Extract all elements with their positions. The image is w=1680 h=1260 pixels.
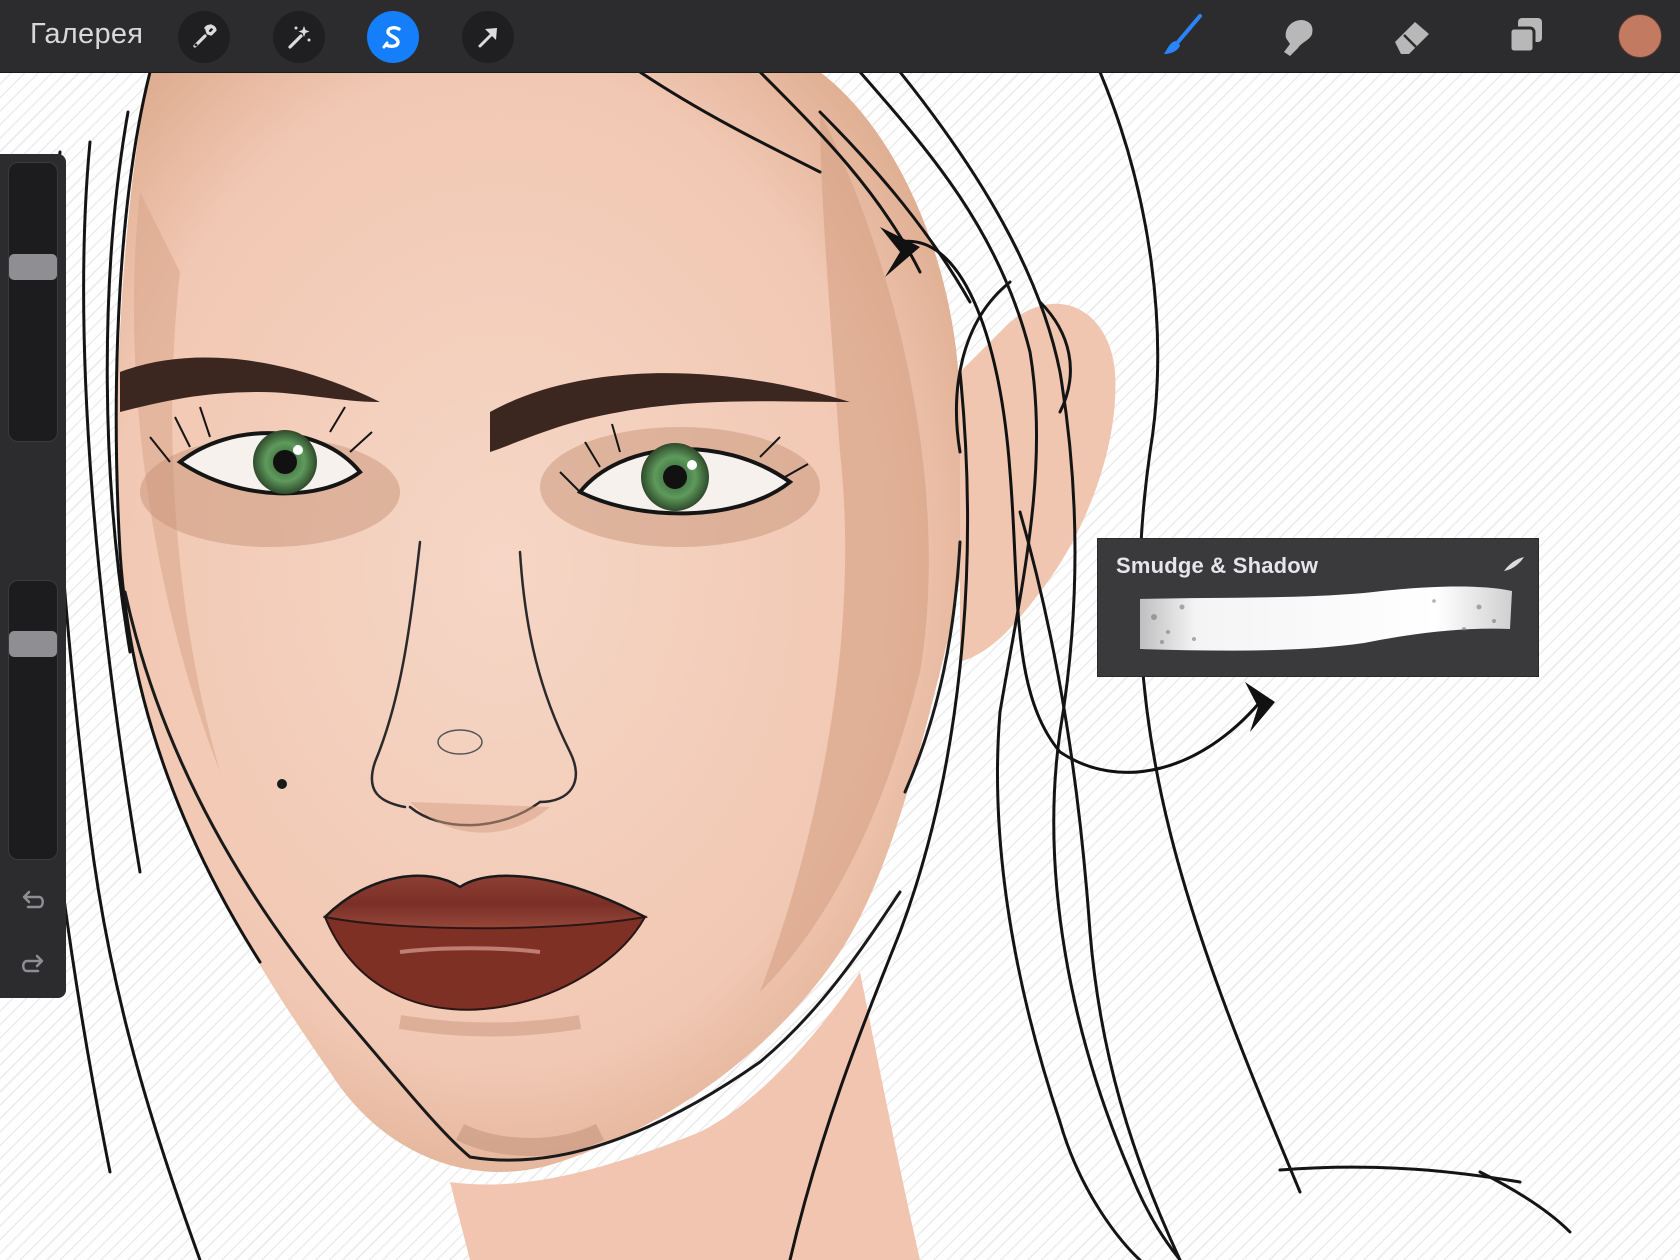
redo-button[interactable] [16, 948, 50, 982]
layers-icon [1508, 18, 1542, 54]
brush-stroke-preview [1140, 586, 1512, 651]
smudge-tool-button[interactable] [1270, 10, 1322, 62]
left-sidebar [0, 154, 66, 998]
opacity-thumb[interactable] [9, 631, 57, 657]
gallery-button[interactable]: Галерея [30, 18, 143, 51]
arrow-cursor-icon [478, 28, 497, 48]
redo-arrow-icon [22, 954, 44, 973]
selection-s-icon [382, 26, 401, 49]
actions-button[interactable] [178, 11, 230, 63]
layers-tool-button[interactable] [1500, 10, 1552, 62]
undo-arrow-icon [22, 890, 44, 909]
adjustments-button[interactable] [273, 11, 325, 63]
brush-tool-button[interactable] [1156, 10, 1208, 62]
brush-stroke-icon [1504, 557, 1524, 571]
magic-wand-icon [288, 26, 311, 49]
transform-button[interactable] [462, 11, 514, 63]
color-swatch[interactable] [1618, 14, 1662, 58]
brush-size-slider[interactable] [8, 162, 58, 442]
selection-button[interactable] [367, 11, 419, 63]
smudge-finger-icon [1284, 20, 1313, 56]
brush-size-thumb[interactable] [9, 254, 57, 280]
undo-button[interactable] [16, 884, 50, 918]
brush-icon [1164, 14, 1202, 54]
eraser-tool-button[interactable] [1385, 10, 1437, 62]
top-toolbar: Галерея [0, 0, 1680, 72]
opacity-slider[interactable] [8, 580, 58, 860]
brush-name: Smudge & Shadow [1116, 553, 1319, 578]
eraser-icon [1395, 22, 1429, 54]
wrench-icon [193, 24, 217, 48]
brush-preview-popup[interactable]: Smudge & Shadow [1097, 538, 1539, 677]
